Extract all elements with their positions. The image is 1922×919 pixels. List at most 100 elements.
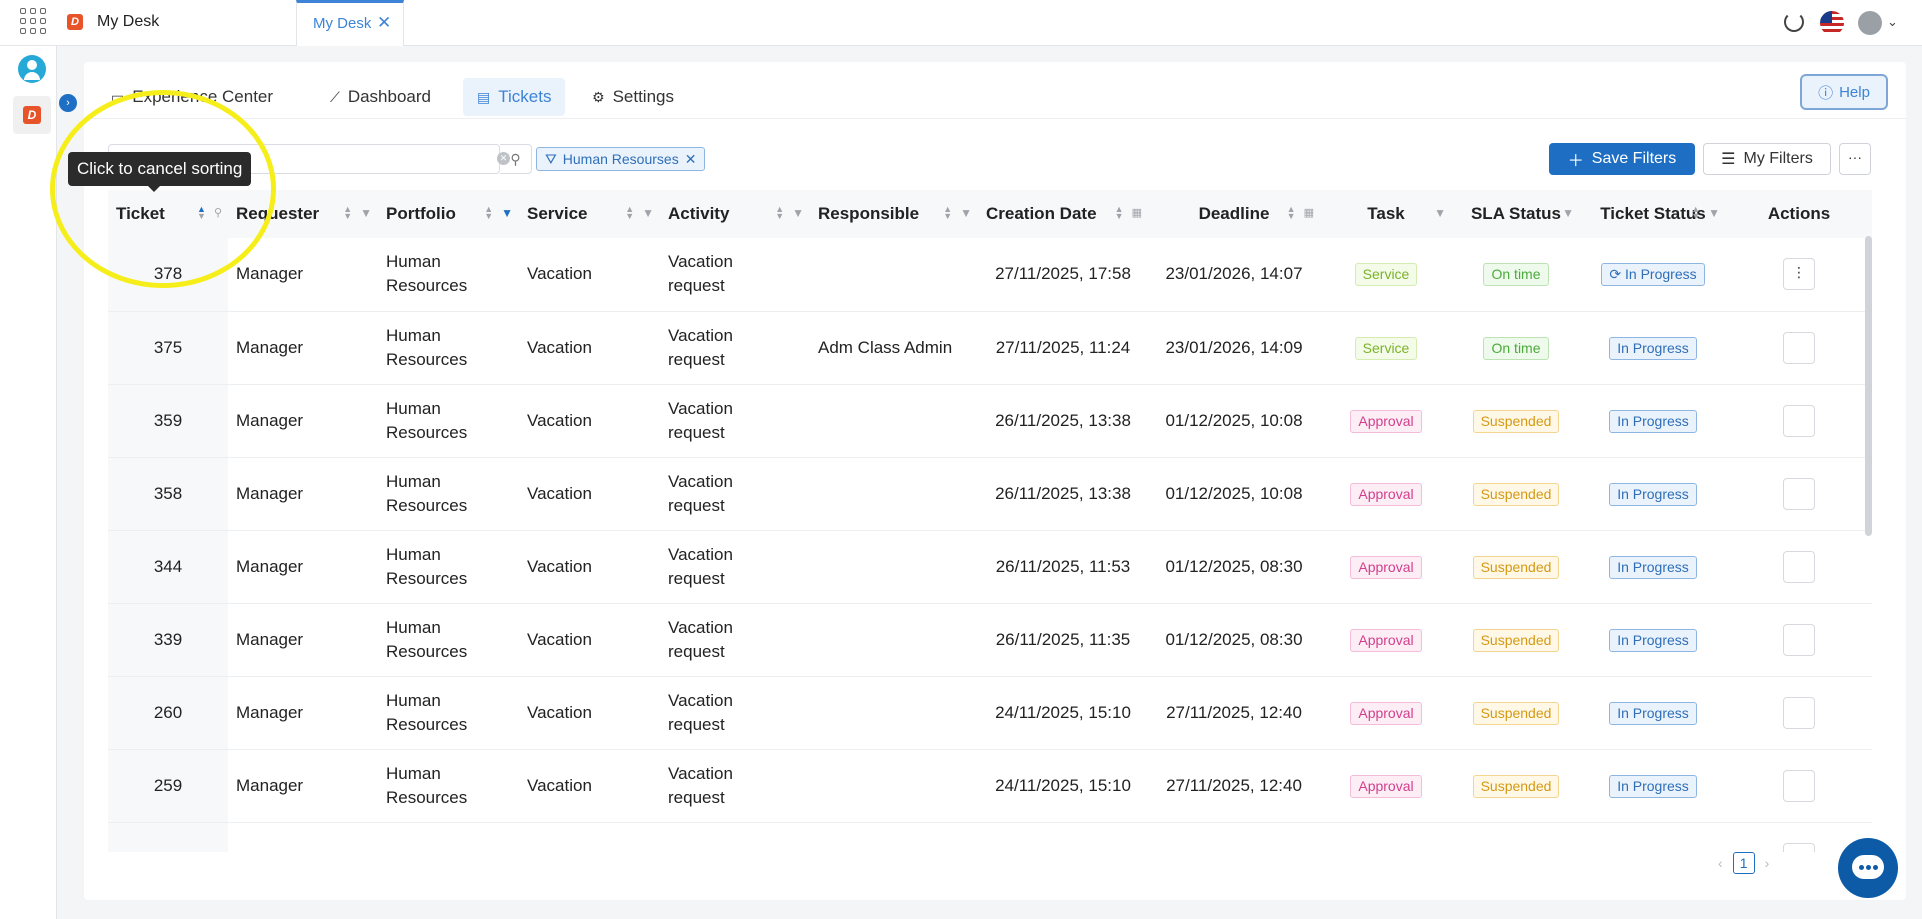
row-actions-button[interactable]: ⋮ — [1783, 258, 1815, 291]
sort-icon[interactable]: ▲ ▼ — [343, 205, 352, 221]
row-actions-button[interactable] — [1783, 550, 1815, 583]
user-profile-icon[interactable] — [18, 55, 46, 83]
row-actions-button[interactable] — [1783, 623, 1815, 656]
save-filters-button[interactable]: ＋ Save Filters — [1549, 143, 1695, 175]
cell-task: Approval — [1320, 530, 1452, 604]
table-row[interactable]: 344 Manager Human Resources Vacation Vacation… — [108, 530, 1872, 604]
row-actions-button[interactable] — [1783, 404, 1815, 437]
tab-tickets[interactable]: ▤ Tickets — [463, 78, 566, 116]
table-row[interactable]: Human Vacation — [108, 822, 1872, 852]
status-badge-label: In Progress — [1617, 339, 1689, 356]
deadline: 01/12/2025, 08:30 — [1165, 556, 1303, 576]
cell-responsible — [810, 457, 978, 531]
sort-icon[interactable]: ▲ ▼ — [484, 205, 493, 221]
chat-button[interactable] — [1838, 838, 1898, 898]
sla-badge-label: Suspended — [1480, 412, 1552, 429]
column-header-deadline[interactable]: Deadline ▲ ▼ ▦ — [1148, 190, 1320, 238]
row-actions-button[interactable] — [1783, 477, 1815, 510]
table-row[interactable]: 358 Manager Human Resources Vacation Vacation… — [108, 457, 1872, 531]
cell-task: Approval — [1320, 603, 1452, 677]
cell-actions[interactable]: ⋮ — [1726, 238, 1872, 312]
cell-actions[interactable] — [1726, 384, 1872, 458]
column-header-service[interactable]: Service ▲ ▼ ▼ — [519, 190, 660, 238]
cell-actions[interactable] — [1726, 749, 1872, 823]
column-header-creation-date[interactable]: Creation Date ▲ ▼ ▦ — [978, 190, 1148, 238]
filter-icon[interactable]: ▼ — [360, 206, 372, 220]
sla-badge-label: Suspended — [1480, 777, 1552, 794]
help-button[interactable]: ⓘ Help — [1800, 74, 1888, 110]
sync-icon: ⟳ — [1609, 266, 1626, 283]
calendar-icon[interactable]: ▦ — [1304, 206, 1314, 220]
cell-actions[interactable] — [1726, 603, 1872, 677]
cell-sla: On time — [1452, 238, 1580, 312]
column-header-ticket-status[interactable]: Ticket Status ▲ ▼ ▼ — [1580, 190, 1726, 238]
more-options-button[interactable]: ··· — [1839, 143, 1871, 175]
table-row[interactable]: 375 Manager Human Resources Vacation Vacation… — [108, 311, 1872, 385]
line-chart-icon: ⟋ — [330, 88, 340, 105]
cell-actions[interactable] — [1726, 530, 1872, 604]
sidebar-expand-icon[interactable]: › — [59, 94, 77, 112]
column-header-actions[interactable]: Actions — [1726, 190, 1872, 238]
column-header-task[interactable]: Task ▼ — [1320, 190, 1452, 238]
sort-icon[interactable]: ▲ ▼ — [775, 205, 784, 221]
status-badge: In Progress — [1609, 701, 1697, 725]
filter-icon[interactable]: ▼ — [1434, 206, 1446, 220]
row-actions-button[interactable] — [1783, 842, 1815, 852]
page-current[interactable]: 1 — [1732, 852, 1755, 874]
sort-icon[interactable]: ▲ ▼ — [943, 205, 952, 221]
table-row[interactable]: 339 Manager Human Resources Vacation Vacation… — [108, 603, 1872, 677]
table-scrollbar[interactable] — [1865, 236, 1872, 536]
table-row[interactable]: 260 Manager Human Resources Vacation Vacation… — [108, 676, 1872, 750]
filter-icon[interactable]: ▼ — [501, 206, 513, 220]
avatar[interactable] — [1858, 11, 1882, 35]
tab-settings[interactable]: ⚙ Settings — [578, 78, 688, 116]
chevron-down-icon[interactable]: ⌄ — [1887, 14, 1898, 30]
tab-my-desk[interactable]: My Desk ✕ — [296, 0, 404, 46]
column-header-responsible[interactable]: Responsible ▲ ▼ ▼ — [810, 190, 978, 238]
filter-icon[interactable]: ▼ — [1708, 206, 1720, 220]
row-actions-button[interactable] — [1783, 696, 1815, 729]
sort-icon[interactable]: ▲ ▼ — [625, 205, 634, 221]
sort-tooltip: Click to cancel sorting — [68, 152, 252, 192]
filter-chip[interactable]: ⛛ Human Resourses ✕ — [536, 147, 706, 171]
calendar-icon[interactable]: ▦ — [1132, 206, 1142, 220]
cell-actions[interactable] — [1726, 676, 1872, 750]
refresh-icon[interactable] — [1784, 12, 1804, 32]
column-header-portfolio[interactable]: Portfolio ▲ ▼ ▼ — [378, 190, 519, 238]
cell-portfolio: Human Resources — [378, 676, 519, 750]
apps-grid-icon[interactable] — [20, 8, 46, 34]
cell-actions[interactable] — [1726, 457, 1872, 531]
sort-icon[interactable]: ▲ ▼ — [1115, 205, 1124, 221]
close-icon[interactable]: ✕ — [685, 151, 697, 168]
search-button[interactable]: ⚲ — [500, 144, 532, 174]
filter-icon[interactable]: ▼ — [1562, 206, 1574, 220]
tab-dashboard[interactable]: ⟋ Dashboard — [316, 78, 445, 116]
cell-actions[interactable] — [1726, 311, 1872, 385]
task-badge: Approval — [1350, 555, 1422, 579]
cell-service: Vacation — [519, 238, 660, 312]
column-header-activity[interactable]: Activity ▲ ▼ ▼ — [660, 190, 810, 238]
my-filters-button[interactable]: ☰ My Filters — [1703, 143, 1831, 175]
my-filters-label: My Filters — [1743, 150, 1813, 167]
close-icon[interactable]: ✕ — [377, 13, 391, 33]
table-row[interactable]: 378 Manager Human Resources Vacation Vacation… — [108, 238, 1872, 312]
sidebar-item-my-desk[interactable]: D — [13, 96, 51, 134]
row-actions-button[interactable] — [1783, 331, 1815, 364]
cell-ticket: 259 — [108, 749, 228, 823]
next-page-icon[interactable]: › — [1765, 855, 1770, 871]
sort-icon[interactable]: ▲ ▼ — [1287, 205, 1296, 221]
table-row[interactable]: 359 Manager Human Resources Vacation Vacation… — [108, 384, 1872, 458]
cell-service: Vacation — [519, 676, 660, 750]
row-actions-button[interactable] — [1783, 769, 1815, 802]
table-row[interactable]: 259 Manager Human Resources Vacation Vacation… — [108, 749, 1872, 823]
filter-icon[interactable]: ▼ — [792, 206, 804, 220]
filter-icon[interactable]: ▼ — [960, 206, 972, 220]
filter-icon[interactable]: ▼ — [642, 206, 654, 220]
cell-portfolio: Human Resources — [378, 749, 519, 823]
sort-icon[interactable]: ▲ ▼ — [1691, 205, 1700, 221]
prev-page-icon[interactable]: ‹ — [1718, 855, 1723, 871]
filter-chip-label: Human Resourses — [562, 151, 679, 167]
us-flag-icon[interactable] — [1820, 11, 1844, 35]
column-header-sla-status[interactable]: SLA Status ▼ — [1452, 190, 1580, 238]
deadline: 23/01/2026, 14:07 — [1165, 264, 1303, 284]
